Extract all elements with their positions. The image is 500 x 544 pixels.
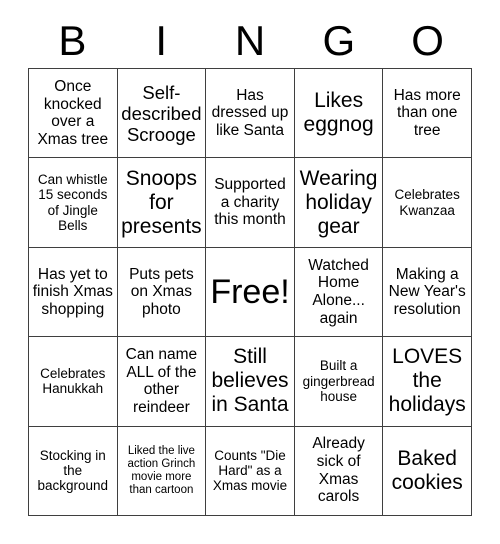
bingo-square[interactable]: Liked the live action Grinch movie more …	[117, 426, 207, 516]
bingo-square[interactable]: Already sick of Xmas carols	[294, 426, 384, 516]
bingo-square-label: Puts pets on Xmas photo	[129, 265, 194, 318]
bingo-square-label: Supported a charity this month	[214, 176, 286, 229]
bingo-square-label: Self-described Scrooge	[121, 81, 202, 145]
bingo-square-label: Stocking in the background	[37, 447, 109, 494]
bingo-square-label: Once knocked over a Xmas tree	[37, 77, 109, 148]
bingo-free-space[interactable]: Free!	[206, 247, 295, 338]
bingo-square-label: Watched Home Alone... again	[308, 256, 369, 327]
bingo-header-letter-b: B	[58, 17, 87, 64]
bingo-square[interactable]: Supported a charity this month	[206, 158, 295, 248]
bingo-header-letter-g: G	[322, 17, 356, 64]
bingo-square-label: Counts "Die Hard" as a Xmas movie	[212, 447, 288, 494]
bingo-square[interactable]: Still believes in Santa	[206, 337, 295, 427]
bingo-square-label: LOVES the holidays	[388, 345, 466, 417]
bingo-card: B I N G O Once knocked over a Xmas tree S…	[0, 0, 500, 544]
bingo-square[interactable]: Puts pets on Xmas photo	[117, 247, 207, 338]
bingo-square[interactable]: Celebrates Kwanzaa	[383, 158, 472, 248]
bingo-square-label: Already sick of Xmas carols	[312, 435, 365, 506]
bingo-square-label: Baked cookies	[391, 446, 463, 494]
bingo-grid: Once knocked over a Xmas tree Self-descri…	[28, 68, 472, 516]
bingo-square-label: Still believes in Santa	[211, 345, 289, 417]
bingo-square[interactable]: Has dressed up like Santa	[206, 69, 295, 159]
bingo-square[interactable]: Likes eggnog	[294, 69, 384, 159]
bingo-square-label: Likes eggnog	[303, 89, 374, 137]
bingo-square[interactable]: Celebrates Hanukkah	[29, 337, 118, 427]
bingo-square[interactable]: Built a gingerbread house	[294, 337, 384, 427]
bingo-square-label: Snoops for presents	[121, 166, 202, 238]
bingo-square[interactable]: Once knocked over a Xmas tree	[29, 69, 118, 159]
bingo-square-label: Wearing holiday gear	[299, 166, 378, 238]
bingo-header-letter-o: O	[411, 17, 444, 64]
bingo-square[interactable]: LOVES the holidays	[383, 337, 472, 427]
bingo-square-label: Has yet to finish Xmas shopping	[32, 265, 113, 318]
bingo-header: B I N G O	[28, 14, 472, 68]
bingo-square-label: Built a gingerbread house	[302, 358, 375, 405]
bingo-square-label: Celebrates Kwanzaa	[394, 187, 460, 218]
bingo-square-label: Liked the live action Grinch movie more …	[127, 444, 196, 496]
bingo-square-label: Celebrates Hanukkah	[40, 366, 106, 397]
bingo-square-label: Making a New Year's resolution	[388, 265, 466, 318]
bingo-square[interactable]: Can whistle 15 seconds of Jingle Bells	[29, 158, 118, 248]
bingo-header-letter-i: I	[155, 17, 168, 64]
bingo-square-label: Has more than one tree	[393, 86, 461, 140]
bingo-square[interactable]: Baked cookies	[383, 426, 472, 516]
bingo-square[interactable]: Making a New Year's resolution	[383, 247, 472, 338]
bingo-square[interactable]: Self-described Scrooge	[117, 69, 207, 159]
bingo-square[interactable]: Watched Home Alone... again	[294, 247, 384, 338]
bingo-square-label: Free!	[210, 272, 290, 311]
bingo-square[interactable]: Can name ALL of the other reindeer	[117, 337, 207, 427]
bingo-square[interactable]: Wearing holiday gear	[294, 158, 384, 248]
bingo-square[interactable]: Stocking in the background	[29, 426, 118, 516]
bingo-square-label: Can whistle 15 seconds of Jingle Bells	[37, 171, 108, 233]
bingo-square[interactable]: Counts "Die Hard" as a Xmas movie	[206, 426, 295, 516]
bingo-square[interactable]: Has more than one tree	[383, 69, 472, 159]
bingo-square[interactable]: Snoops for presents	[117, 158, 207, 248]
bingo-header-letter-n: N	[234, 17, 266, 64]
bingo-square-label: Can name ALL of the other reindeer	[125, 346, 198, 417]
bingo-square-label: Has dressed up like Santa	[211, 86, 289, 140]
bingo-square[interactable]: Has yet to finish Xmas shopping	[29, 247, 118, 338]
